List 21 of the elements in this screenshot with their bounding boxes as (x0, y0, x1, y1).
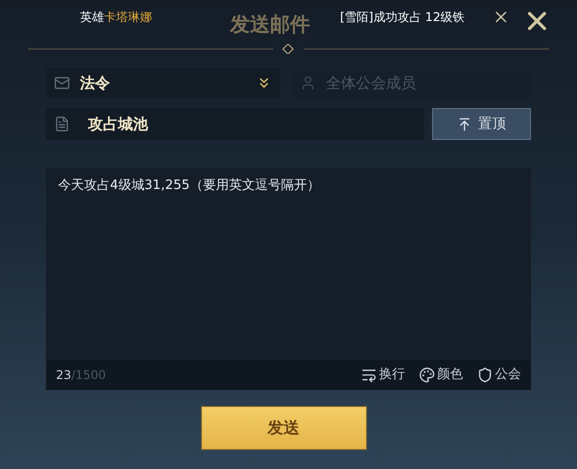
envelope-icon (54, 75, 70, 91)
person-icon (300, 75, 316, 91)
palette-icon (419, 367, 435, 383)
window-title: 发送邮件 (230, 11, 311, 38)
color-button[interactable]: 颜色 (419, 365, 463, 385)
wrap-text-icon (361, 367, 377, 383)
subject-input[interactable]: 攻占城池 (88, 112, 288, 136)
pin-to-top-button[interactable]: 置顶 (432, 108, 531, 140)
recipient-input[interactable]: 全体公会成员 (326, 72, 516, 94)
message-body[interactable]: 今天攻占4级城31,255（要用英文逗号隔开） (46, 168, 531, 360)
hero-announcement: 英雄卡塔琳娜 (80, 9, 153, 26)
arrow-up-to-line-icon (457, 116, 472, 132)
guild-button[interactable]: 公会 (477, 365, 521, 385)
shield-icon (477, 367, 493, 383)
send-button[interactable]: 发送 (200, 406, 366, 450)
document-icon (54, 116, 70, 132)
character-counter: 23/1500 (56, 367, 107, 384)
subject-field[interactable]: 攻占城池 (46, 108, 424, 140)
broadcast-message: [雪陌]成功攻占 12级铁 (340, 9, 466, 26)
line-break-button[interactable]: 换行 (361, 365, 405, 385)
mail-type-dropdown[interactable]: 法令 (46, 68, 280, 98)
